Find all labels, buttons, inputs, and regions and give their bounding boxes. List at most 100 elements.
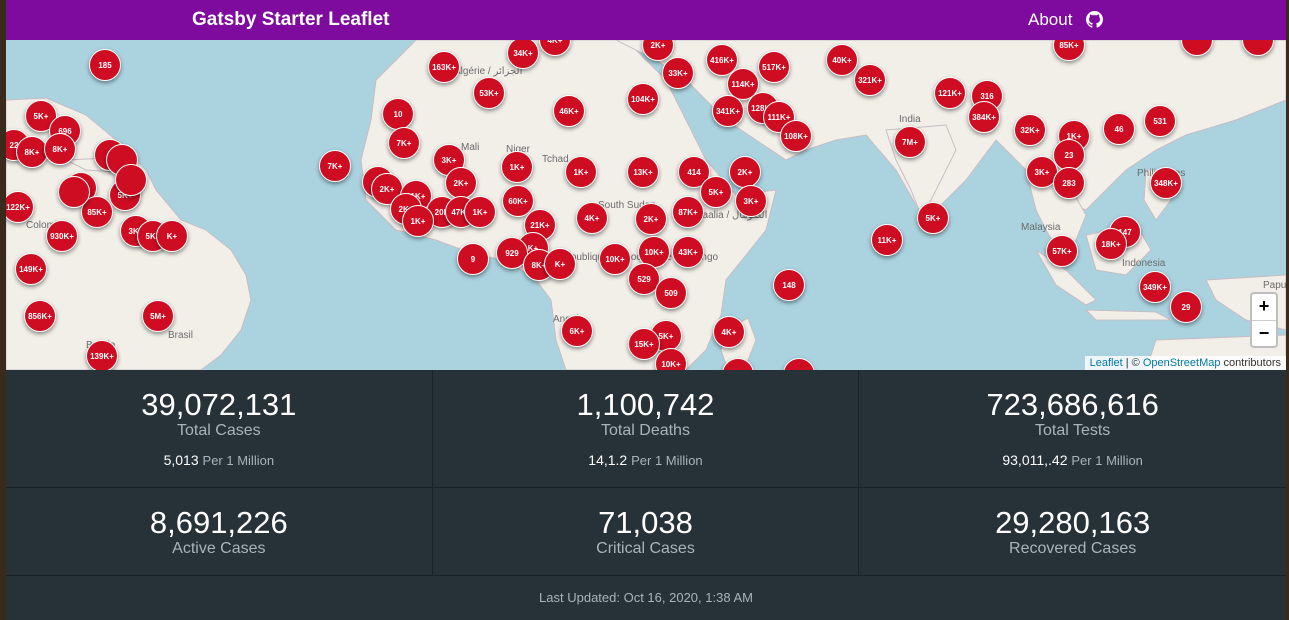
case-cluster-marker[interactable]: 46 [1103,113,1135,145]
case-cluster-marker[interactable]: 348K+ [1150,167,1182,199]
map-place-label: Tchad [542,154,569,165]
zoom-in-button[interactable]: + [1252,294,1276,320]
case-cluster-marker[interactable]: 1K+ [565,156,597,188]
attribution-suffix: contributors [1220,357,1281,369]
map-place-label: Papua [1263,280,1286,291]
stat-per-million: 93,011,.42 Per 1 Million [859,452,1286,468]
stat-label: Total Deaths [601,422,690,439]
zoom-control: + − [1250,292,1278,348]
case-cluster-marker[interactable]: 5M+ [142,300,174,332]
case-cluster-marker[interactable]: 149K+ [15,253,47,285]
stat-label: Recovered Cases [1009,540,1137,557]
stat-label: Critical Cases [596,540,695,557]
case-cluster-marker[interactable]: 104K+ [627,83,659,115]
stat-value: 71,038 [598,505,693,540]
case-cluster-marker[interactable]: 7K+ [388,127,420,159]
per-million-label: Per 1 Million [202,453,275,468]
case-cluster-marker[interactable]: 341K+ [712,95,744,127]
case-cluster-marker[interactable]: 139K+ [86,340,118,370]
case-cluster-marker[interactable]: 531 [1144,105,1176,137]
stats-panel: 39,072,131 Total Cases 5,013 Per 1 Milli… [6,370,1286,605]
leaflet-link[interactable]: Leaflet [1090,357,1123,369]
per-million-value: 93,011,.42 [1002,452,1068,468]
case-cluster-marker[interactable]: 384K+ [968,101,1000,133]
stat-recovered-cases: 29,280,163 Recovered Cases [859,488,1286,576]
map-place-label: Algérie / الجزائر [454,66,523,77]
stat-critical-cases: 71,038 Critical Cases [432,488,860,576]
case-cluster-marker[interactable]: 283 [1053,167,1085,199]
stat-total-tests: 723,686,616 Total Tests 93,011,.42 Per 1… [859,370,1286,488]
case-cluster-marker[interactable]: 2K+ [445,167,477,199]
case-cluster-marker[interactable]: 517K+ [758,51,790,83]
case-cluster-marker[interactable]: 18K+ [1095,228,1127,260]
case-cluster-marker[interactable]: 2K+ [635,203,667,235]
stat-total-deaths: 1,100,742 Total Deaths 14,1.2 Per 1 Mill… [432,370,860,488]
case-cluster-marker[interactable]: 40K+ [826,44,858,76]
case-cluster-marker[interactable]: 6K+ [561,315,593,347]
case-cluster-marker[interactable]: 29 [1170,291,1202,323]
case-cluster-marker[interactable]: 163K+ [428,51,460,83]
case-cluster-marker[interactable]: 32K+ [1014,114,1046,146]
stat-per-million: 5,013 Per 1 Million [6,452,432,468]
case-cluster-marker[interactable]: 2K+ [729,156,761,188]
map-place-label: Brasil [168,330,194,341]
case-cluster-marker[interactable]: 8K+ [44,133,76,165]
per-million-label: Per 1 Million [1071,453,1143,468]
case-cluster-marker[interactable]: 321K+ [854,64,886,96]
case-cluster-marker[interactable]: 1K+ [402,205,434,237]
case-cluster-marker[interactable]: 4K+ [713,316,745,348]
stat-label: Total Cases [177,422,261,439]
case-cluster-marker[interactable]: 13K+ [627,156,659,188]
stats-row-status: 8,691,226 Active Cases 71,038 Critical C… [6,488,1286,576]
case-cluster-marker[interactable]: 15K+ [628,328,660,360]
case-cluster-marker[interactable]: 108K+ [780,120,812,152]
case-cluster-marker[interactable] [115,164,147,196]
case-cluster-marker[interactable]: 185 [89,49,121,81]
leaflet-map[interactable]: Algérie / الجزائر Mali Niger Tchad South Sud… [6,40,1286,370]
app-root: Gatsby Starter Leaflet About Algérie / ا… [6,0,1286,620]
case-cluster-marker[interactable] [58,176,90,208]
case-cluster-marker[interactable]: 9 [457,243,489,275]
github-icon[interactable] [1086,11,1103,28]
case-cluster-marker[interactable]: 33K+ [662,57,694,89]
case-cluster-marker[interactable]: 3K+ [735,185,767,217]
case-cluster-marker[interactable]: 57K+ [1046,235,1078,267]
about-link[interactable]: About [1028,10,1072,30]
zoom-out-button[interactable]: − [1252,320,1276,346]
case-cluster-marker[interactable]: 121K+ [934,77,966,109]
stat-active-cases: 8,691,226 Active Cases [6,488,433,576]
stat-value: 723,686,616 [986,387,1159,422]
case-cluster-marker[interactable]: 1K+ [464,196,496,228]
case-cluster-marker[interactable]: 7M+ [894,126,926,158]
case-cluster-marker[interactable]: 11K+ [871,224,903,256]
stat-value: 8,691,226 [149,505,288,540]
case-cluster-marker[interactable]: 7K+ [319,150,351,182]
case-cluster-marker[interactable]: 87K+ [672,196,704,228]
case-cluster-marker[interactable]: 10 [382,98,414,130]
case-cluster-marker[interactable]: 8K+ [16,136,48,168]
case-cluster-marker[interactable]: 148 [773,269,805,301]
per-million-value: 14,1.2 [588,452,628,468]
case-cluster-marker[interactable]: K+ [544,248,576,280]
case-cluster-marker[interactable]: 349K+ [1139,271,1171,303]
map-attribution: Leaflet | © OpenStreetMap contributors [1084,356,1286,370]
case-cluster-marker[interactable]: 43K+ [672,236,704,268]
case-cluster-marker[interactable]: 1K+ [501,151,533,183]
case-cluster-marker[interactable]: 4K+ [576,202,608,234]
site-title[interactable]: Gatsby Starter Leaflet [192,9,389,31]
case-cluster-marker[interactable]: 930K+ [46,220,78,252]
case-cluster-marker[interactable]: 509 [655,277,687,309]
stat-per-million: 14,1.2 Per 1 Million [433,452,859,468]
case-cluster-marker[interactable]: K+ [156,220,188,252]
case-cluster-marker[interactable]: 5K+ [917,202,949,234]
stat-total-cases: 39,072,131 Total Cases 5,013 Per 1 Milli… [6,370,433,488]
case-cluster-marker[interactable]: 10K+ [599,243,631,275]
case-cluster-marker[interactable]: 5K+ [700,176,732,208]
stat-value: 29,280,163 [995,505,1151,540]
case-cluster-marker[interactable]: 53K+ [473,77,505,109]
java-land [1084,309,1172,321]
osm-link[interactable]: OpenStreetMap [1143,357,1221,369]
case-cluster-marker[interactable]: 856K+ [24,300,56,332]
case-cluster-marker[interactable]: 46K+ [553,95,585,127]
stat-label: Active Cases [172,540,266,557]
